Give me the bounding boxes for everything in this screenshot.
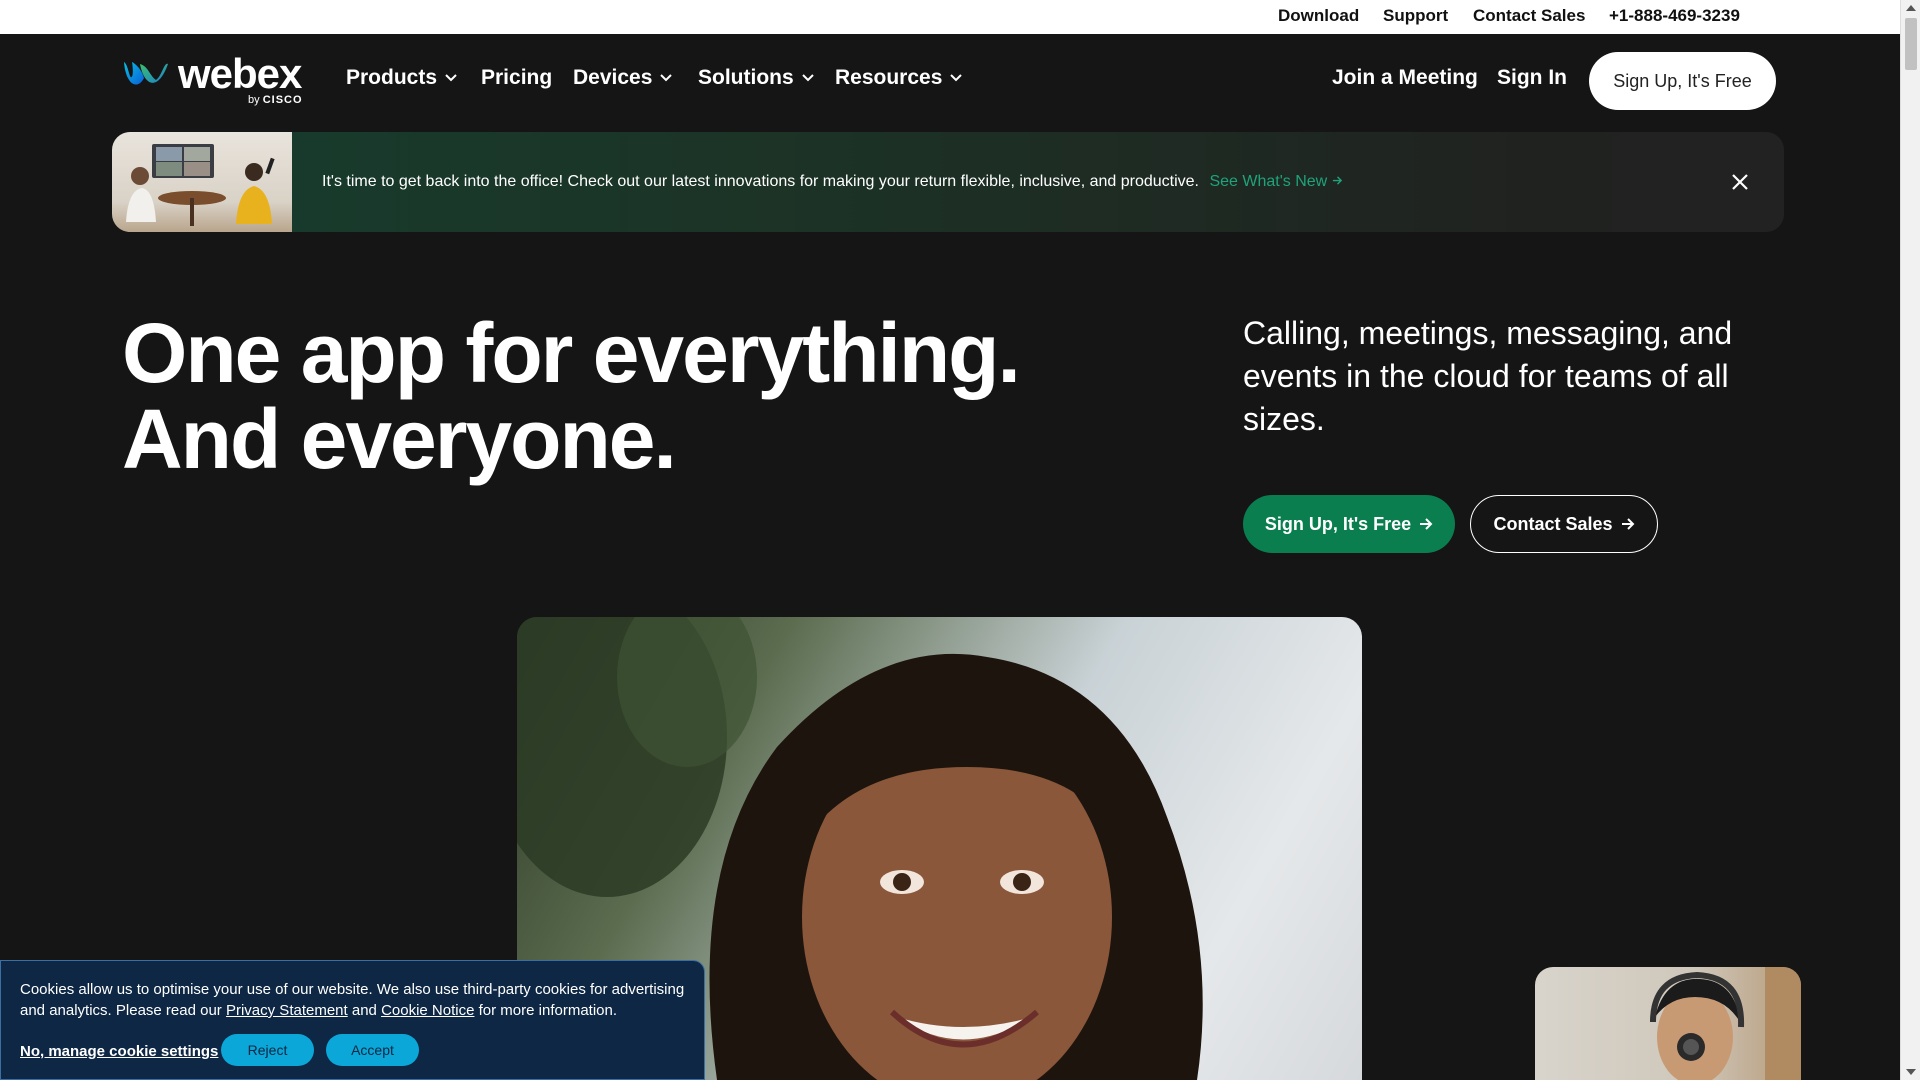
logo-wordmark: webex: [178, 50, 302, 97]
hero-video-small: [1535, 967, 1801, 1080]
cookie-notice-link[interactable]: Cookie Notice: [381, 1002, 474, 1019]
see-whats-new-label: See What's New: [1209, 173, 1328, 190]
contact-sales-hero-label: Contact Sales: [1493, 513, 1613, 534]
chevron-down-icon: [445, 74, 457, 82]
chevron-down-icon: [801, 74, 814, 82]
office-illustration: [126, 144, 275, 226]
nav-products[interactable]: Products: [346, 66, 457, 90]
hero-title: One app for everything. And everyone.: [122, 306, 1021, 486]
cookie-consent-banner: Cookies allow us to optimise your use of…: [0, 960, 705, 1080]
arrow-right-icon: [1420, 518, 1433, 530]
scroll-up-icon[interactable]: [1906, 5, 1916, 11]
reject-cookies-button[interactable]: Reject: [221, 1034, 314, 1066]
logo-brand: CISCO: [262, 94, 303, 106]
hero-subtitle: Calling, meetings, messaging, and events…: [1243, 315, 1733, 437]
scroll-thumb[interactable]: [1905, 18, 1917, 70]
nav-pricing-label: Pricing: [481, 66, 553, 89]
see-whats-new-link[interactable]: See What's New: [1209, 173, 1342, 190]
banner-message: It's time to get back into the office! C…: [322, 172, 1343, 192]
chevron-down-icon: [950, 74, 963, 82]
manage-cookie-settings-link[interactable]: No, manage cookie settings: [20, 1043, 218, 1060]
man-with-headset-image: [1650, 967, 1801, 1080]
phone-link[interactable]: +1-888-469-3239: [1609, 6, 1740, 26]
webex-logo-icon: [124, 62, 168, 85]
nav-solutions-label: Solutions: [698, 66, 794, 89]
download-link[interactable]: Download: [1278, 6, 1359, 26]
promo-banner: It's time to get back into the office! C…: [112, 132, 1784, 232]
nav-devices-label: Devices: [573, 66, 653, 89]
privacy-statement-link[interactable]: Privacy Statement: [226, 1002, 348, 1019]
cookie-message: Cookies allow us to optimise your use of…: [20, 979, 690, 1021]
logo-by-text: by: [248, 94, 260, 106]
close-icon[interactable]: [1728, 170, 1752, 194]
arrow-right-icon: [1332, 176, 1342, 185]
nav-resources-label: Resources: [835, 66, 943, 89]
arrow-right-icon: [1621, 518, 1634, 530]
support-link[interactable]: Support: [1383, 6, 1448, 26]
hero-title-line2: And everyone.: [122, 392, 677, 486]
nav-devices[interactable]: Devices: [573, 66, 673, 90]
chevron-down-icon: [660, 74, 673, 82]
utility-bar: Download Support Contact Sales +1-888-46…: [0, 0, 1900, 34]
nav-products-label: Products: [346, 66, 438, 89]
webex-logo[interactable]: webex by CISCO: [122, 52, 312, 108]
sign-up-nav-button[interactable]: Sign Up, It's Free: [1589, 52, 1776, 110]
sign-in-link[interactable]: Sign In: [1497, 66, 1567, 90]
hero-title-line1: One app for everything.: [122, 306, 1021, 400]
contact-sales-hero-button[interactable]: Contact Sales: [1470, 495, 1658, 553]
nav-solutions[interactable]: Solutions: [698, 66, 814, 90]
banner-text: It's time to get back into the office! C…: [322, 173, 1199, 190]
banner-office-image: [112, 132, 292, 232]
scroll-down-icon[interactable]: [1906, 1069, 1916, 1075]
sign-up-hero-button[interactable]: Sign Up, It's Free: [1243, 495, 1455, 553]
contact-sales-link[interactable]: Contact Sales: [1473, 6, 1585, 26]
cookie-text-and: and: [351, 1002, 377, 1019]
join-meeting-link[interactable]: Join a Meeting: [1332, 66, 1478, 90]
accept-cookies-button[interactable]: Accept: [326, 1034, 419, 1066]
nav-pricing[interactable]: Pricing: [481, 66, 552, 90]
logo-byline: by CISCO: [248, 94, 303, 107]
nav-resources[interactable]: Resources: [835, 66, 963, 90]
cookie-text-part2: for more information.: [478, 1002, 618, 1019]
page-scrollbar[interactable]: [1900, 0, 1920, 1080]
sign-up-hero-label: Sign Up, It's Free: [1264, 513, 1412, 534]
